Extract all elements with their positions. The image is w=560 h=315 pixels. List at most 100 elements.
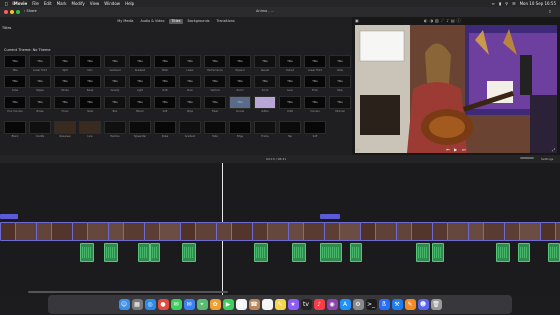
play-icon[interactable]: ▶	[454, 147, 457, 152]
skip-back-icon[interactable]: ⏮	[446, 147, 450, 152]
dock-reminders-icon[interactable]: ☑	[261, 299, 273, 310]
audio-clip[interactable]	[350, 243, 362, 262]
title-thumbnail[interactable]: Title Push	[179, 75, 201, 92]
audio-clip[interactable]	[80, 243, 94, 262]
audio-clip[interactable]	[182, 243, 196, 262]
dock-bluetooth-icon[interactable]: ß	[378, 299, 390, 310]
title-thumbnail[interactable]: Title Flash	[204, 96, 226, 113]
dock-discord-icon[interactable]: ☻	[417, 299, 429, 310]
title-thumbnail[interactable]: Credits	[29, 121, 51, 138]
apple-icon[interactable]: 	[5, 1, 7, 6]
video-clip[interactable]	[72, 222, 88, 241]
dock-safari-icon[interactable]: ◎	[144, 299, 156, 310]
dock-contacts-icon[interactable]: ☎	[248, 299, 260, 310]
audio-clip[interactable]	[320, 243, 342, 262]
menu-modify[interactable]: Modify	[72, 1, 85, 6]
video-clip[interactable]	[195, 222, 217, 241]
title-thumbnail[interactable]: Edge	[229, 121, 251, 138]
close-window-button[interactable]	[4, 10, 8, 14]
dock-podcasts-icon[interactable]: ◉	[326, 299, 338, 310]
video-clip[interactable]	[267, 222, 289, 241]
video-clip[interactable]	[540, 222, 556, 241]
title-thumbnail[interactable]: Title Split	[54, 55, 76, 72]
tab-my-media[interactable]: My Media	[115, 19, 135, 24]
title-thumbnail[interactable]: Title Lower	[179, 55, 201, 72]
title-clip-middle[interactable]	[320, 214, 340, 219]
video-clip[interactable]	[87, 222, 109, 241]
video-clip[interactable]	[15, 222, 37, 241]
video-clip[interactable]	[483, 222, 505, 241]
zoom-slider[interactable]	[520, 157, 534, 159]
title-thumbnail[interactable]: Title Ripple	[29, 75, 51, 92]
video-clip[interactable]	[504, 222, 520, 241]
video-clip[interactable]	[123, 222, 145, 241]
title-thumbnail[interactable]: Blank	[4, 121, 26, 138]
title-thumbnail[interactable]: Title Zoom	[229, 75, 251, 92]
video-clip[interactable]	[324, 222, 340, 241]
video-clip[interactable]	[396, 222, 412, 241]
video-clip[interactable]	[375, 222, 397, 241]
title-thumbnail[interactable]: Title Stroke	[54, 75, 76, 92]
title-thumbnail[interactable]: Title Drift	[154, 75, 176, 92]
timeline-settings[interactable]: Settings	[541, 157, 553, 161]
video-clip[interactable]	[216, 222, 232, 241]
video-clip[interactable]	[144, 222, 160, 241]
title-thumbnail[interactable]: Title Strip	[329, 75, 351, 92]
menu-app-name[interactable]: iMovie	[12, 1, 27, 6]
dock-mail-icon[interactable]: ✉	[183, 299, 195, 310]
video-clip[interactable]	[252, 222, 268, 241]
title-thumbnail[interactable]: Title Intro	[79, 55, 101, 72]
menu-help[interactable]: Help	[125, 1, 134, 6]
video-clip[interactable]	[51, 222, 73, 241]
title-thumbnail[interactable]: Line	[79, 121, 101, 138]
title-thumbnail[interactable]: Title Cutout	[279, 55, 301, 72]
title-thumbnail[interactable]: Title Lens	[279, 75, 301, 92]
video-clip[interactable]	[108, 222, 124, 241]
minimize-window-button[interactable]	[10, 10, 14, 14]
dock-settings-icon[interactable]: ⚙	[352, 299, 364, 310]
title-thumbnail[interactable]: Title Slide	[79, 96, 101, 113]
title-thumbnail[interactable]: Title Echo	[304, 75, 326, 92]
title-thumbnail[interactable]: Title Centered	[104, 55, 126, 72]
video-clip[interactable]	[180, 222, 196, 241]
menubar-datetime[interactable]: Mon 10 Sep 16:55	[520, 1, 556, 6]
title-thumbnail[interactable]: Title Title	[4, 55, 26, 72]
video-clip[interactable]	[288, 222, 304, 241]
title-thumbnail[interactable]: Title Cube	[4, 75, 26, 92]
title-thumbnail[interactable]: Frame	[254, 121, 276, 138]
dock-launchpad-icon[interactable]: ▦	[131, 299, 143, 310]
adjust-tools[interactable]: ◐◑▧☄♪▤ⓘ	[424, 18, 463, 24]
search-icon[interactable]: ⚲	[505, 1, 508, 6]
title-thumbnail[interactable]: Gradient	[179, 121, 201, 138]
title-clip-start[interactable]	[0, 214, 18, 219]
menu-edit[interactable]: Edit	[44, 1, 52, 6]
title-thumbnail[interactable]: Title Lower Third	[304, 55, 326, 72]
title-thumbnail[interactable]: Title Boxes	[29, 96, 51, 113]
video-clip[interactable]	[159, 222, 181, 241]
video-clip[interactable]	[519, 222, 541, 241]
video-clip[interactable]	[411, 222, 433, 241]
share-icon[interactable]: ⇧	[548, 9, 551, 14]
audio-clip[interactable]	[548, 243, 560, 262]
title-thumbnail[interactable]: Fade	[204, 121, 226, 138]
back-to-projects-button[interactable]: ‹ Share	[24, 9, 37, 13]
audio-clip[interactable]	[518, 243, 530, 262]
title-thumbnail[interactable]: Title Slide	[329, 55, 351, 72]
title-thumbnail[interactable]: Title Bloom	[129, 96, 151, 113]
title-thumbnail[interactable]: Title Four Corners	[4, 96, 26, 113]
dock-trash-icon[interactable]: 🗑	[430, 299, 442, 310]
control-center-icon[interactable]: ☰	[512, 1, 516, 6]
title-thumbnail[interactable]: Title Gradient	[129, 55, 151, 72]
audio-clip[interactable]	[496, 243, 510, 262]
timeline-scrollbar[interactable]	[28, 291, 228, 293]
title-thumbnail[interactable]: Title Performance	[204, 55, 226, 72]
tab-audio-video[interactable]: Audio & Video	[139, 19, 167, 24]
title-thumbnail[interactable]: Title Lower Third	[29, 55, 51, 72]
audio-clip[interactable]	[254, 243, 268, 262]
skip-forward-icon[interactable]: ⏭	[462, 147, 466, 152]
wifi-icon[interactable]: ≈	[492, 1, 495, 6]
video-clip[interactable]	[303, 222, 325, 241]
video-clip[interactable]	[0, 222, 16, 241]
title-thumbnail[interactable]: Title Expand	[229, 55, 251, 72]
title-thumbnail[interactable]: Title Glitter	[254, 96, 276, 113]
